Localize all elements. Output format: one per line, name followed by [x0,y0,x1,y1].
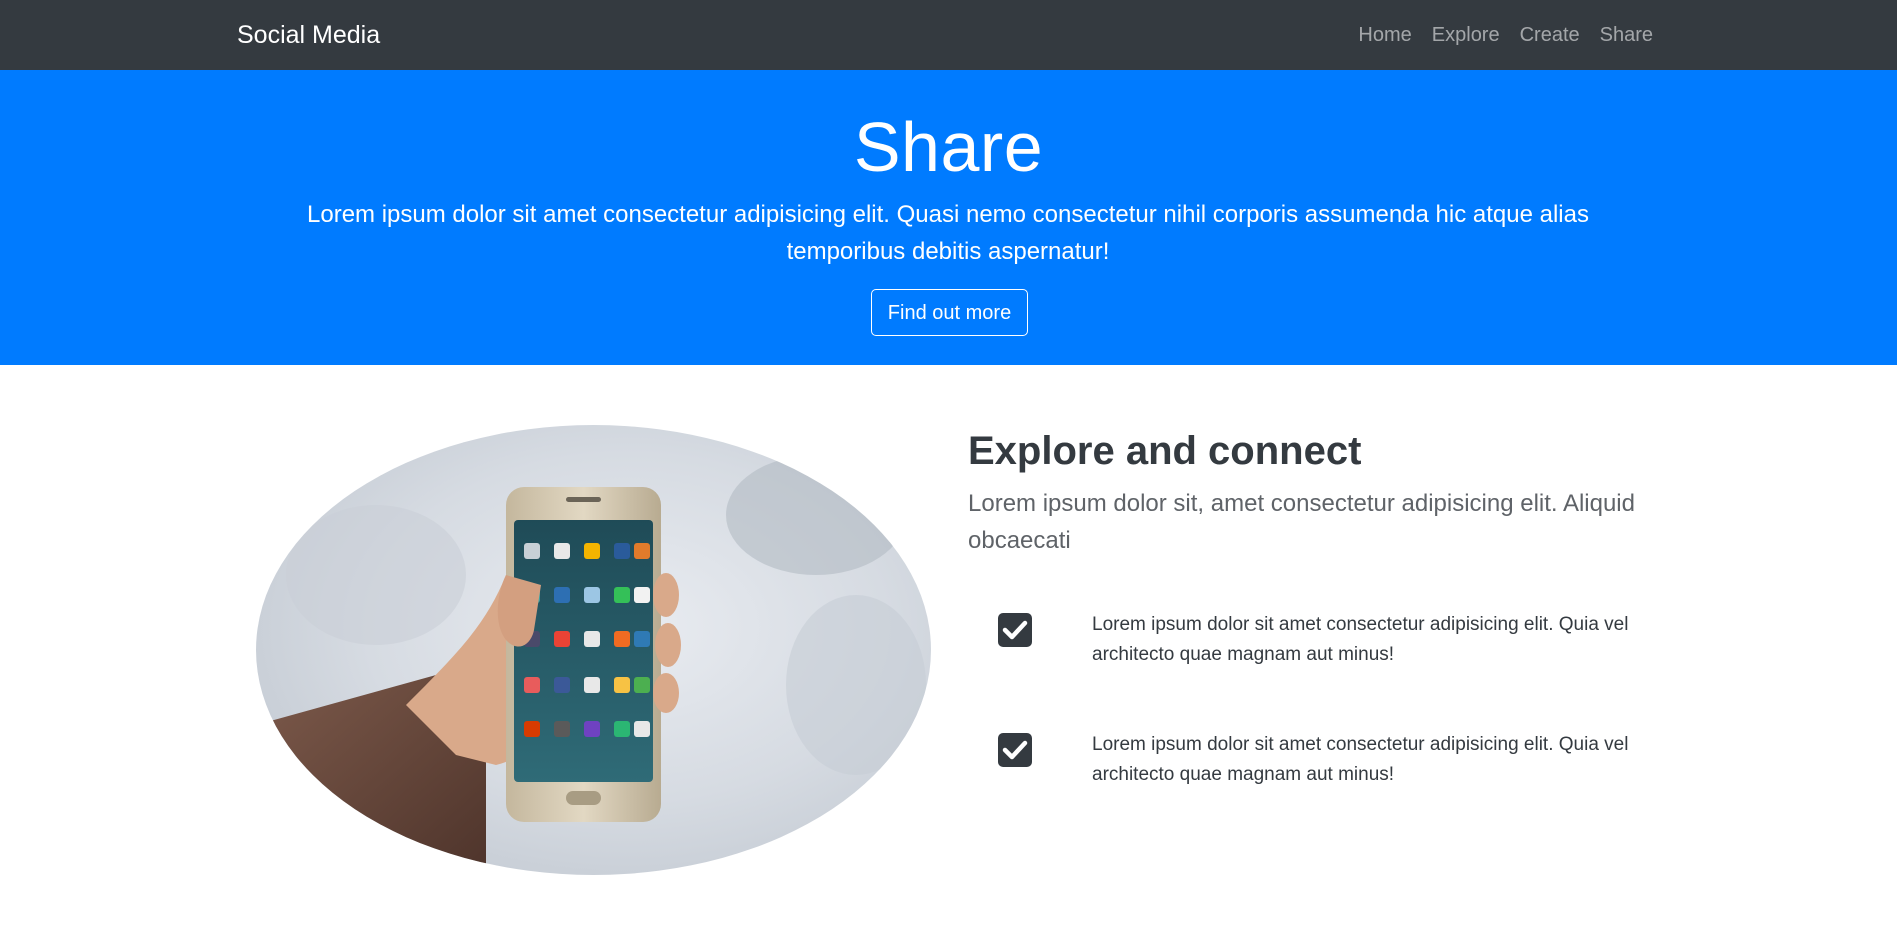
hero-title: Share [853,108,1044,186]
feature-list-item-text: Lorem ipsum dolor sit amet consectetur a… [1092,614,1629,665]
nav-link-create[interactable]: Create [1520,22,1580,48]
phone-in-hand-image [256,425,931,875]
nav-links: Home Explore Create Share [1358,22,1653,48]
hero-text: Lorem ipsum dolor sit amet consectetur a… [307,201,1589,265]
feature-list-item: Lorem ipsum dolor sit amet consectetur a… [997,610,1628,680]
feature-list-item: Lorem ipsum dolor sit amet consectetur a… [997,730,1628,800]
hero-section: Share Lorem ipsum dolor sit amet consect… [0,70,1897,365]
nav-link-explore[interactable]: Explore [1432,22,1500,48]
navbar: Social Media Home Explore Create Share [0,0,1897,70]
feature-list-item-text: Lorem ipsum dolor sit amet consectetur a… [1092,734,1629,785]
nav-link-share[interactable]: Share [1600,22,1653,48]
nav-link-home[interactable]: Home [1358,22,1411,48]
feature-title: Explore and connect [968,429,1362,473]
check-square-icon [997,732,1033,768]
phone-in-hand-illustration [256,425,931,875]
brand-link[interactable]: Social Media [237,20,380,50]
find-out-more-button[interactable]: Find out more [871,289,1028,336]
feature-lead: Lorem ipsum dolor sit, amet consectetur … [968,490,1635,554]
check-square-icon [997,612,1033,648]
